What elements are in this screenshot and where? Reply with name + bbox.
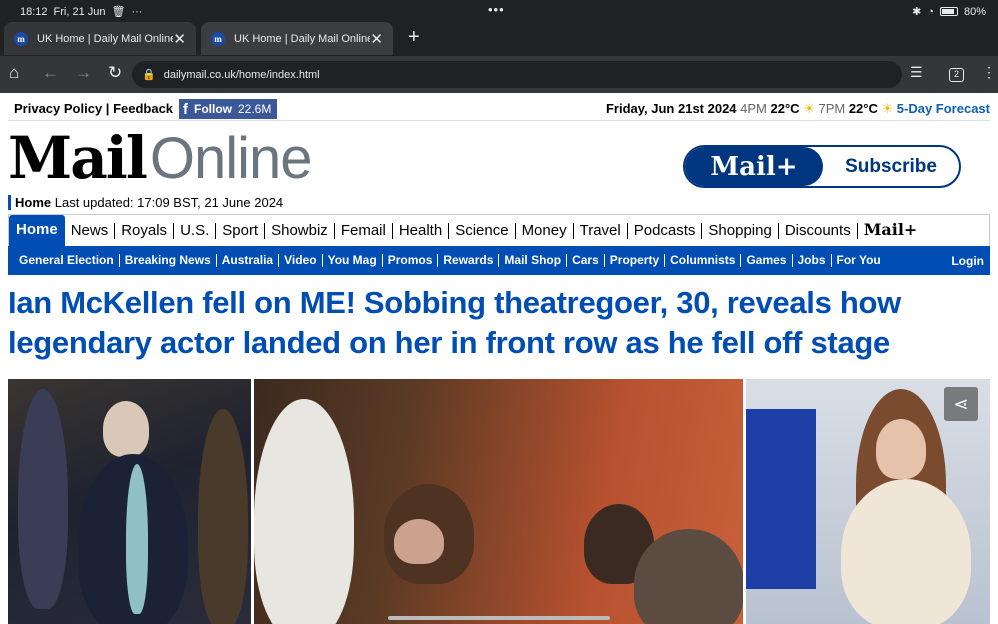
forward-icon[interactable]: → xyxy=(75,63,92,83)
more-dots-icon: ··· xyxy=(131,5,143,18)
home-icon[interactable]: ⌂ xyxy=(9,63,19,83)
nav-item[interactable]: Travel xyxy=(574,223,628,239)
subnav-item[interactable]: Jobs xyxy=(793,254,832,267)
nav-mailplus[interactable]: Mail+ xyxy=(858,220,918,239)
forecast-time-2: 7PM xyxy=(818,101,846,116)
sub-nav: General Election Breaking News Australia… xyxy=(8,246,990,275)
subnav-item[interactable]: Cars xyxy=(567,254,605,267)
dailymail-favicon-icon: m xyxy=(14,31,28,46)
tab-title: UK Home | Daily Mail Online xyxy=(234,32,371,45)
battery-icon xyxy=(939,7,958,16)
reload-icon[interactable]: ↻ xyxy=(108,63,122,83)
privacy-policy-link[interactable]: Privacy Policy xyxy=(14,101,102,116)
subscribe-label: Subscribe xyxy=(845,155,937,177)
subnav-item[interactable]: For You xyxy=(832,254,886,267)
subnav-item[interactable]: Property xyxy=(605,254,666,267)
main-nav: Home News Royals U.S. Sport Showbiz Fema… xyxy=(8,214,990,246)
window-dots-icon[interactable]: ••• xyxy=(488,2,505,17)
follow-count: 22.6M xyxy=(238,102,272,116)
subnav-item[interactable]: Columnists xyxy=(665,254,742,267)
lock-icon: 🔒 xyxy=(142,69,156,81)
article-headline[interactable]: Ian McKellen fell on ME! Sobbing theatre… xyxy=(8,283,968,363)
address-bar[interactable]: 🔒 dailymail.co.uk/home/index.html xyxy=(132,61,902,88)
sun-icon: ☀ xyxy=(803,101,815,116)
close-tab-icon[interactable]: ✕ xyxy=(173,30,186,48)
logo-online: Online xyxy=(149,126,313,191)
section-name: Home xyxy=(15,195,52,210)
browser-toolbar: ⌂ ← → ↻ 🔒 dailymail.co.uk/home/index.htm… xyxy=(0,56,998,93)
subnav-item[interactable]: Rewards xyxy=(438,254,500,267)
gesture-bar[interactable] xyxy=(388,616,610,620)
subnav-item[interactable]: Promos xyxy=(383,254,439,267)
nav-item[interactable]: Femail xyxy=(335,223,393,239)
tab-title: UK Home | Daily Mail Online xyxy=(37,32,174,45)
wifi-icon: ◔ xyxy=(927,5,934,18)
close-tab-icon[interactable]: ✕ xyxy=(370,30,383,48)
forecast-time-1: 4PM xyxy=(740,101,767,116)
facebook-icon: f xyxy=(183,100,188,118)
subnav-item[interactable]: General Election xyxy=(14,254,120,267)
nav-item[interactable]: Discounts xyxy=(779,223,858,239)
subnav-item[interactable]: You Mag xyxy=(323,254,383,267)
weather-bar: Friday, Jun 21st 2024 4PM 22°C ☀ 7PM 22°… xyxy=(606,101,990,117)
nav-item[interactable]: Shopping xyxy=(702,223,779,239)
browser-tab[interactable]: m UK Home | Daily Mail Online ✕ xyxy=(201,22,393,55)
subnav-item[interactable]: Breaking News xyxy=(120,254,217,267)
subnav-item[interactable]: Australia xyxy=(217,254,280,267)
mailonline-logo[interactable]: Mail Online xyxy=(8,124,313,192)
menu-icon[interactable]: ⋮ xyxy=(982,64,996,81)
battery-level: 80% xyxy=(963,5,986,18)
status-date: Fri, 21 Jun xyxy=(53,5,106,18)
photo-actor-on-stage[interactable] xyxy=(8,379,251,624)
forecast-temp-2: 22°C xyxy=(848,101,878,116)
url-text: dailymail.co.uk/home/index.html xyxy=(163,68,320,81)
nav-item[interactable]: Podcasts xyxy=(628,223,703,239)
browser-tab[interactable]: m UK Home | Daily Mail Online ✕ xyxy=(4,22,196,55)
web-page: Privacy Policy | Feedback f Follow 22.6M… xyxy=(0,93,998,624)
nav-item[interactable]: Money xyxy=(516,223,574,239)
nav-item[interactable]: News xyxy=(65,223,116,239)
mailplus-logo: Mail+ xyxy=(685,147,823,186)
back-icon[interactable]: ← xyxy=(42,63,59,83)
share-icon[interactable]: ⋖ xyxy=(944,387,978,421)
subnav-item[interactable]: Games xyxy=(741,254,793,267)
separator: | xyxy=(105,101,110,116)
feedback-link[interactable]: Feedback xyxy=(113,101,173,116)
bluetooth-icon: ✱ xyxy=(912,6,922,18)
trash-icon: 🗑 xyxy=(111,6,126,18)
reader-mode-icon[interactable]: ☰ xyxy=(910,64,923,81)
nav-item[interactable]: Showbiz xyxy=(265,223,335,239)
subnav-item[interactable]: Video xyxy=(279,254,323,267)
five-day-forecast-link[interactable]: 5-Day Forecast xyxy=(897,101,990,116)
sun-icon: ☀ xyxy=(881,101,894,116)
logo-mail: Mail xyxy=(8,124,148,192)
nav-home[interactable]: Home xyxy=(9,215,65,246)
login-link[interactable]: Login xyxy=(951,254,984,268)
dailymail-favicon-icon: m xyxy=(211,31,225,46)
clock: 18:12 xyxy=(20,5,48,18)
article-photos[interactable]: ⋖ xyxy=(8,379,990,624)
nav-item[interactable]: Health xyxy=(393,223,450,239)
tab-switcher-button[interactable]: 2 xyxy=(949,68,964,82)
last-updated: Home Last updated: 17:09 BST, 21 June 20… xyxy=(8,195,283,210)
photo-tearful-woman[interactable]: ⋖ xyxy=(746,379,990,624)
forecast-temp-1: 22°C xyxy=(770,101,800,116)
updated-text: Last updated: 17:09 BST, 21 June 2024 xyxy=(54,195,284,210)
current-date: Friday, Jun 21st 2024 xyxy=(605,101,737,116)
nav-item[interactable]: Sport xyxy=(216,223,266,239)
nav-item[interactable]: U.S. xyxy=(174,223,217,239)
nav-item[interactable]: Science xyxy=(449,223,516,239)
photo-theatre-front-row[interactable] xyxy=(254,379,743,624)
mailplus-subscribe-button[interactable]: Mail+ Subscribe xyxy=(683,145,961,188)
facebook-follow-button[interactable]: f Follow 22.6M xyxy=(179,99,278,119)
status-bar: 18:12 Fri, 21 Jun 🗑 ··· ••• ✱ ◔ 80% xyxy=(0,0,998,22)
follow-label: Follow xyxy=(194,102,232,116)
new-tab-icon[interactable]: + xyxy=(408,26,420,49)
divider xyxy=(8,120,990,121)
subnav-item[interactable]: Mail Shop xyxy=(499,254,568,267)
tab-strip: m UK Home | Daily Mail Online ✕ m UK Hom… xyxy=(0,22,998,56)
nav-item[interactable]: Royals xyxy=(115,223,175,239)
